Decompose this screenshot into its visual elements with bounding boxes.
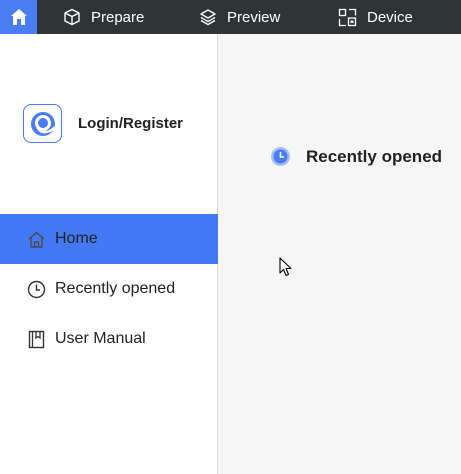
clock-icon (271, 147, 290, 166)
home-icon (10, 9, 27, 25)
section-title: Recently opened (306, 146, 443, 166)
tab-preview-label: Preview (227, 8, 281, 26)
sidebar-item-recently-opened[interactable]: Recently opened (0, 264, 218, 314)
cube-icon (64, 8, 80, 26)
tab-preview[interactable]: Preview (199, 0, 280, 34)
home-icon (28, 231, 45, 248)
tab-device-label: Device (367, 8, 413, 26)
layers-icon (200, 9, 216, 26)
app-logo (23, 104, 62, 143)
recently-opened-header: Recently opened (270, 146, 442, 167)
home-button[interactable] (0, 0, 37, 34)
sidebar: Login/Register Home Recently opened User… (0, 34, 218, 474)
device-icon (338, 8, 357, 26)
sidebar-item-home[interactable]: Home (0, 214, 218, 264)
sidebar-item-label: User Manual (55, 330, 146, 347)
sidebar-item-label: Home (55, 230, 98, 247)
tab-device[interactable]: Device (338, 0, 413, 34)
tab-prepare-label: Prepare (91, 8, 145, 26)
main-content: Recently opened (219, 34, 461, 474)
book-icon (28, 330, 45, 348)
tab-prepare[interactable]: Prepare (63, 0, 144, 34)
mouse-cursor-icon (279, 257, 292, 277)
login-register-label: Login/Register (78, 115, 184, 132)
app-logo-icon (30, 111, 55, 136)
sidebar-item-user-manual[interactable]: User Manual (0, 314, 218, 364)
sidebar-item-label: Recently opened (55, 280, 176, 297)
top-toolbar: Prepare Preview Device (0, 0, 461, 34)
clock-icon (27, 280, 46, 298)
login-register-button[interactable]: Login/Register (23, 104, 183, 143)
